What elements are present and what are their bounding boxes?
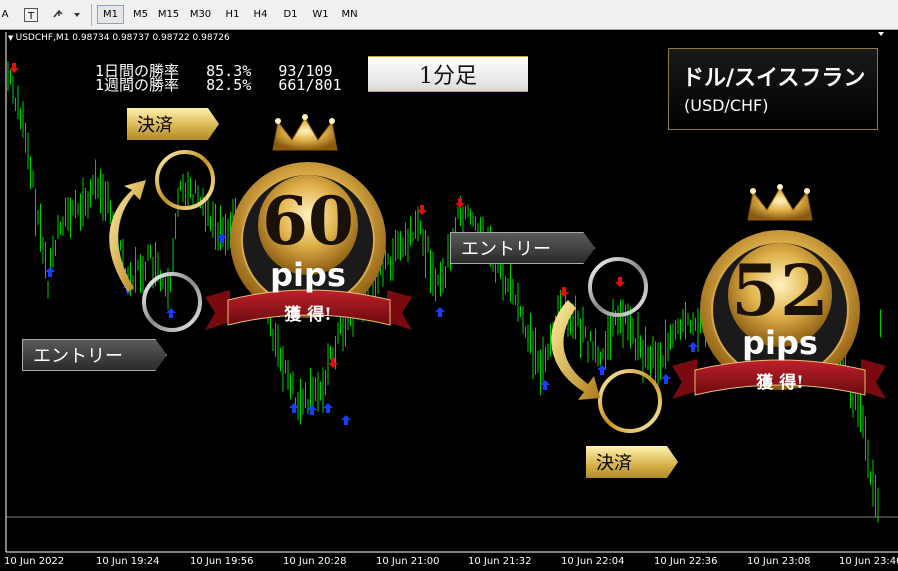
x-axis-tick: 10 Jun 19:56 bbox=[190, 556, 254, 567]
x-axis-tick: 10 Jun 21:32 bbox=[468, 556, 532, 567]
x-axis-tick: 10 Jun 22:04 bbox=[561, 556, 625, 567]
entry-circle-1 bbox=[142, 272, 202, 332]
exit-circle-2 bbox=[598, 369, 662, 433]
crown-icon bbox=[272, 117, 338, 151]
badge-1-unit: pips bbox=[270, 256, 346, 294]
badge-2-unit: pips bbox=[742, 324, 818, 362]
badge-2-number: 52 bbox=[731, 249, 829, 332]
x-axis-tick: 10 Jun 22:36 bbox=[654, 556, 718, 567]
curved-arrow-up-icon bbox=[109, 180, 146, 292]
x-axis-tick: 10 Jun 21:00 bbox=[376, 556, 440, 567]
x-axis-tick: 10 Jun 19:24 bbox=[96, 556, 160, 567]
x-axis-tick: 10 Jun 23:40 bbox=[839, 556, 898, 567]
curved-arrow-down-icon bbox=[551, 300, 600, 400]
entry-circle-2 bbox=[588, 257, 648, 317]
x-axis-tick: 10 Jun 2022 bbox=[4, 556, 65, 567]
x-axis-tick: 10 Jun 23:08 bbox=[747, 556, 811, 567]
badge-2-ribbon-text: 獲 得! bbox=[756, 373, 804, 393]
crown-icon-2 bbox=[747, 187, 813, 221]
exit-circle-1 bbox=[155, 150, 215, 210]
badge-1-ribbon-text: 獲 得! bbox=[284, 305, 332, 325]
badge-1-number: 60 bbox=[262, 182, 354, 260]
x-axis-tick: 10 Jun 20:28 bbox=[283, 556, 347, 567]
